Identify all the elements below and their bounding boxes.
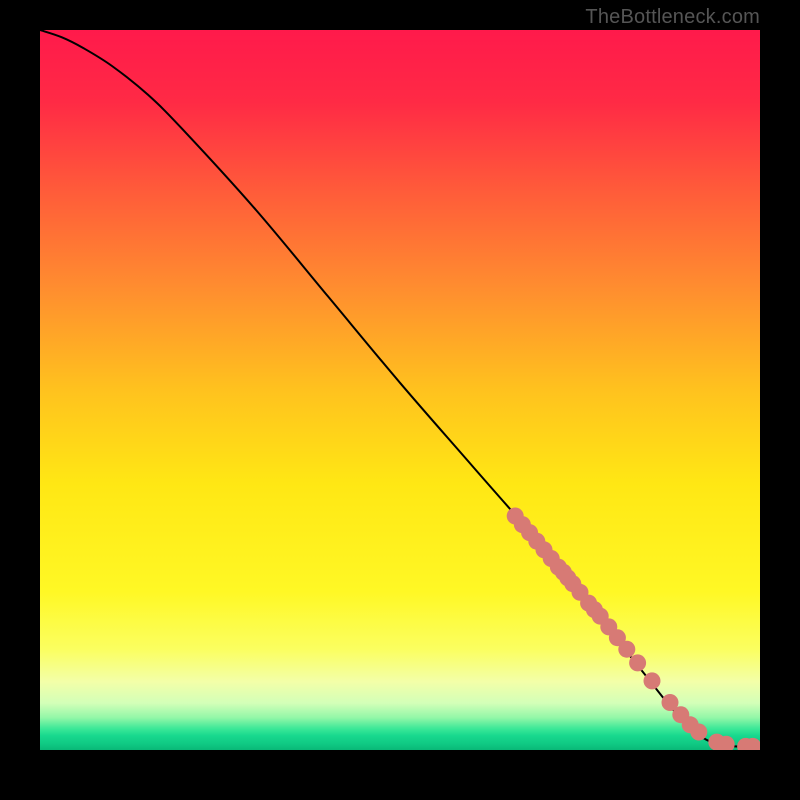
data-point xyxy=(618,641,635,658)
chart-frame: TheBottleneck.com xyxy=(0,0,800,800)
branding-watermark: TheBottleneck.com xyxy=(585,6,760,29)
plot-area xyxy=(40,30,760,750)
data-point xyxy=(644,672,661,689)
chart-svg xyxy=(40,30,760,750)
gradient-background xyxy=(40,30,760,750)
data-point xyxy=(629,654,646,671)
data-point xyxy=(690,724,707,741)
